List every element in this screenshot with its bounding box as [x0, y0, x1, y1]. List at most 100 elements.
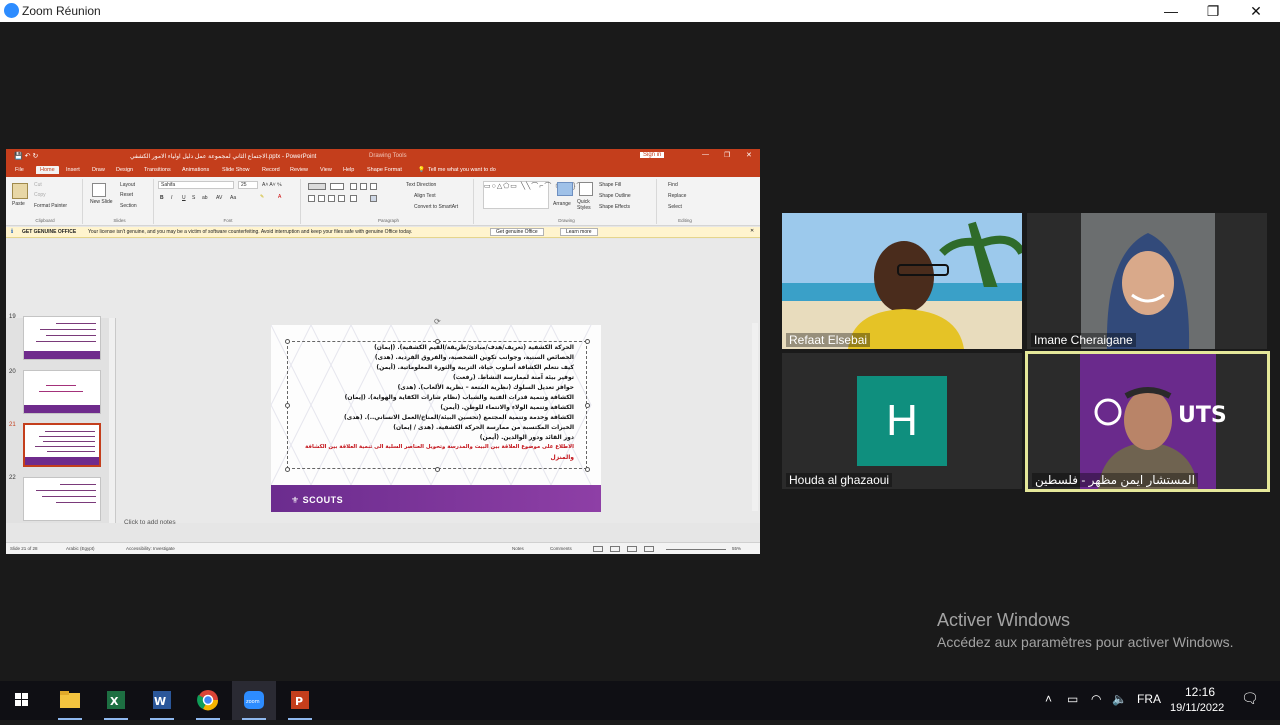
line-spacing-icon[interactable]: [370, 183, 377, 190]
learn-more-button[interactable]: Learn more: [560, 228, 598, 236]
arrange-button[interactable]: Arrange: [553, 201, 571, 207]
clock-time[interactable]: 12:16: [1185, 685, 1215, 699]
participant-tile[interactable]: H Houda al ghazaoui: [782, 353, 1022, 489]
tab-shape-format[interactable]: Shape Format: [367, 167, 402, 173]
resize-handle[interactable]: [585, 339, 590, 344]
shapes-gallery[interactable]: ▭○△⬠▭ ╲╲⌒⌐⌒ ⬡☆{}⌒: [483, 181, 583, 209]
italic-button[interactable]: I: [171, 195, 172, 201]
keyboard-language[interactable]: FRA: [1137, 692, 1161, 706]
notifications-icon[interactable]: 🗨: [1241, 690, 1259, 707]
ppt-restore-button[interactable]: ❐: [724, 151, 730, 159]
participant-tile[interactable]: Imane Cheraigane: [1027, 213, 1267, 349]
arrange-icon[interactable]: [557, 182, 573, 196]
bullets-icon[interactable]: [308, 183, 326, 190]
font-color-icon[interactable]: A: [278, 194, 281, 200]
tab-file[interactable]: File: [15, 167, 24, 173]
qat-save-icon[interactable]: 💾 ↶ ↻: [14, 152, 38, 160]
slide-thumb-19[interactable]: [23, 316, 101, 360]
align-text-button[interactable]: Align Text: [414, 193, 436, 199]
slide-thumb-22[interactable]: [23, 477, 101, 521]
minimize-button[interactable]: —: [1156, 1, 1186, 21]
slide-thumb-20[interactable]: [23, 370, 101, 414]
slide-scrollbar[interactable]: [752, 323, 758, 511]
format-painter-button[interactable]: Format Painter: [34, 203, 67, 209]
battery-icon[interactable]: ▭: [1067, 692, 1078, 706]
ppt-close-button[interactable]: ✕: [746, 151, 752, 159]
tab-help[interactable]: Help: [343, 167, 354, 173]
powerpoint-button[interactable]: P: [278, 681, 322, 720]
resize-handle[interactable]: [435, 467, 440, 472]
tab-design[interactable]: Design: [116, 167, 133, 173]
ppt-minimize-button[interactable]: —: [702, 151, 709, 158]
align-left-icon[interactable]: [308, 195, 315, 202]
quick-styles-button[interactable]: Quick Styles: [577, 199, 597, 211]
shadow-button[interactable]: S: [192, 195, 195, 201]
clock-date[interactable]: 19/11/2022: [1170, 702, 1224, 714]
file-explorer-button[interactable]: [48, 681, 92, 720]
font-grow-icon[interactable]: A˄ A˅ ⅍: [262, 182, 282, 188]
zoom-slider[interactable]: [666, 549, 726, 550]
underline-button[interactable]: U: [182, 195, 186, 201]
replace-button[interactable]: Replace: [668, 193, 686, 199]
align-right-icon[interactable]: [328, 195, 335, 202]
rotate-handle-icon[interactable]: ⟳: [434, 317, 441, 326]
resize-handle[interactable]: [285, 403, 290, 408]
tab-insert[interactable]: Insert: [66, 167, 80, 173]
bold-button[interactable]: B: [160, 195, 164, 201]
text-direction-button[interactable]: Text Direction: [406, 182, 436, 188]
find-button[interactable]: Find: [668, 182, 678, 188]
chrome-button[interactable]: [186, 681, 230, 720]
layout-button[interactable]: Layout: [120, 182, 135, 188]
change-case-button[interactable]: Aa: [230, 195, 236, 201]
close-button[interactable]: ✕: [1241, 1, 1271, 21]
section-button[interactable]: Section: [120, 203, 137, 209]
paste-button[interactable]: Paste: [12, 201, 25, 207]
wifi-icon[interactable]: ◠: [1091, 692, 1101, 706]
notes-button[interactable]: Notes: [512, 546, 524, 551]
tab-transitions[interactable]: Transitions: [144, 167, 171, 173]
new-slide-button[interactable]: New Slide: [90, 199, 113, 205]
volume-icon[interactable]: 🔈: [1112, 692, 1127, 706]
sorter-view-icon[interactable]: [610, 546, 620, 552]
font-name-input[interactable]: Sahifa: [158, 181, 234, 189]
tab-draw[interactable]: Draw: [92, 167, 105, 173]
numbering-icon[interactable]: [330, 183, 344, 190]
zoom-button[interactable]: zoom: [232, 681, 276, 720]
tab-review[interactable]: Review: [290, 167, 308, 173]
sign-in-button[interactable]: Sign in: [640, 152, 665, 158]
decrease-indent-icon[interactable]: [350, 183, 357, 190]
resize-handle[interactable]: [585, 403, 590, 408]
reading-view-icon[interactable]: [627, 546, 637, 552]
current-slide[interactable]: الحركة الكشفية (تعريف/هدف/مبادئ/طريقة/ال…: [271, 325, 601, 512]
spacing-button[interactable]: AV: [216, 195, 222, 201]
start-button[interactable]: [0, 681, 44, 720]
align-center-icon[interactable]: [318, 195, 325, 202]
shape-effects-button[interactable]: Shape Effects: [599, 204, 630, 210]
new-slide-icon[interactable]: [92, 183, 106, 197]
highlight-icon[interactable]: ✎: [260, 194, 264, 200]
warning-close-icon[interactable]: ✕: [750, 228, 754, 234]
shape-fill-button[interactable]: Shape Fill: [599, 182, 621, 188]
tab-record[interactable]: Record: [262, 167, 280, 173]
tab-slide-show[interactable]: Slide Show: [222, 167, 250, 173]
justify-icon[interactable]: [338, 195, 345, 202]
participant-tile[interactable]: Refaat Elsebai: [782, 213, 1022, 349]
paste-icon[interactable]: [12, 183, 28, 199]
tab-view[interactable]: View: [320, 167, 332, 173]
slide-textbox[interactable]: الحركة الكشفية (تعريف/هدف/مبادئ/طريقة/ال…: [285, 339, 590, 472]
chevron-up-icon[interactable]: ˄: [1045, 692, 1052, 706]
thumbs-scrollbar[interactable]: [109, 318, 115, 523]
tab-home[interactable]: Home: [36, 166, 59, 174]
strikethrough-button[interactable]: ab: [202, 195, 208, 201]
resize-handle[interactable]: [585, 467, 590, 472]
shape-outline-button[interactable]: Shape Outline: [599, 193, 631, 199]
slideshow-view-icon[interactable]: [644, 546, 654, 552]
cut-button[interactable]: Cut: [34, 182, 42, 188]
zoom-level[interactable]: 55%: [732, 546, 741, 551]
tell-me-search[interactable]: Tell me what you want to do: [428, 167, 496, 173]
language-indicator[interactable]: Arabic (Egypt): [66, 546, 95, 551]
copy-button[interactable]: Copy: [34, 192, 46, 198]
quick-styles-icon[interactable]: [579, 182, 593, 196]
convert-smartart-button[interactable]: Convert to SmartArt: [414, 204, 458, 210]
resize-handle[interactable]: [285, 467, 290, 472]
